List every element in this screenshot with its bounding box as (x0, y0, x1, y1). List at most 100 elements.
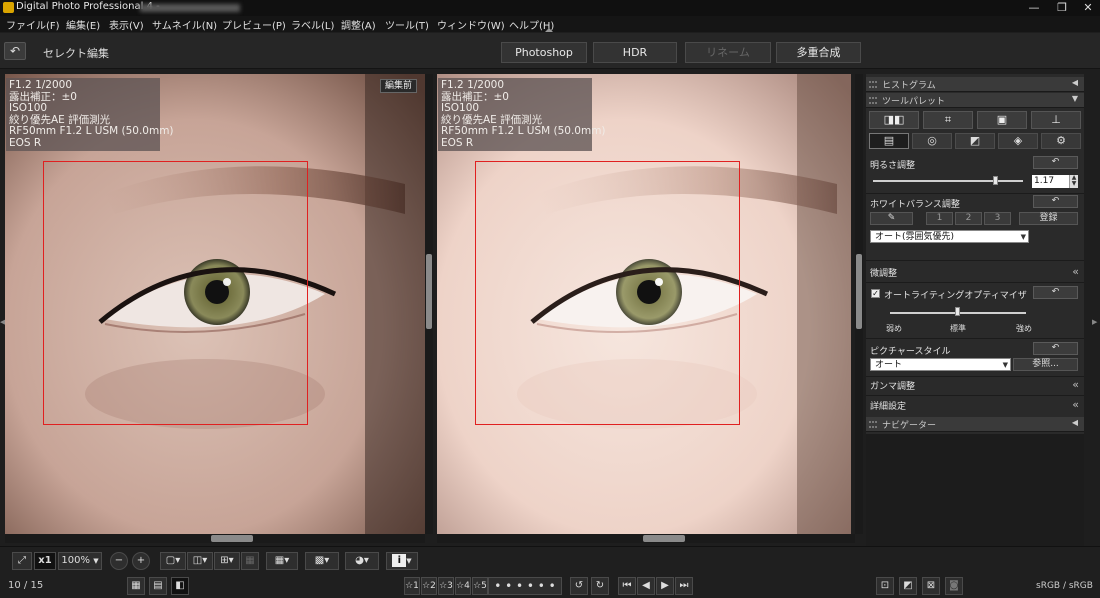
view-grid-icon[interactable]: ▦ (127, 577, 145, 595)
expand-left-icon: ◀ (1071, 78, 1078, 87)
after-image-pane[interactable]: F1.2 1/2000 露出補正：±0 ISO100 絞り優先AE 評価測光 R… (437, 74, 851, 534)
palette-b-icon[interactable]: ◩ (899, 577, 917, 595)
view-compare-icon[interactable]: ◧ (171, 577, 189, 595)
sync-layout-button[interactable]: ⊞▾ (214, 552, 240, 570)
camera-icon[interactable]: ◙ (945, 577, 963, 595)
before-vertical-scrollbar[interactable] (425, 74, 433, 534)
wb-preset-3-button[interactable]: 3 (984, 212, 1011, 225)
menu-preview[interactable]: プレビュー(P) (222, 17, 286, 32)
zoom-out-button[interactable]: − (110, 552, 128, 570)
alo-slider-knob[interactable] (955, 307, 960, 316)
navigator-header[interactable]: ナビゲーター ◀ (866, 417, 1084, 432)
label-dots-buttons[interactable]: • • • • • • (488, 577, 562, 595)
zoom-x1-button[interactable]: x1 (34, 552, 56, 570)
menu-edit[interactable]: 編集(E) (66, 17, 100, 32)
brightness-slider-track[interactable] (873, 180, 1023, 182)
alo-reset-button[interactable]: ↶ (1033, 286, 1078, 299)
rating-4-button[interactable]: ☆4 (455, 577, 471, 595)
hdr-button[interactable]: HDR (593, 42, 677, 63)
multiple-exposure-button[interactable]: 多重合成 (776, 42, 861, 63)
palette-a-icon[interactable]: ⊡ (876, 577, 894, 595)
subtab-lens[interactable]: ◎ (912, 133, 952, 149)
app-icon (3, 2, 14, 13)
last-image-button[interactable]: ⏭ (675, 577, 693, 595)
menu-label[interactable]: ラベル(L) (291, 17, 334, 32)
view-filmstrip-icon[interactable]: ▤ (149, 577, 167, 595)
back-button[interactable]: ↶ (4, 42, 26, 60)
close-button[interactable]: ✕ (1076, 0, 1100, 16)
toolbar-collapse-caret[interactable] (545, 28, 553, 32)
menu-file[interactable]: ファイル(F) (6, 17, 60, 32)
grid-disabled-button[interactable]: ▦ (241, 552, 259, 570)
grid-overlay-button[interactable]: ▦▾ (266, 552, 298, 570)
rating-3-button[interactable]: ☆3 (438, 577, 454, 595)
restore-button[interactable]: ❐ (1050, 0, 1074, 16)
wb-preset-2-button[interactable]: 2 (955, 212, 982, 225)
scroll-thumb[interactable] (856, 254, 862, 329)
zoom-select[interactable]: 100% ▼ (58, 552, 102, 570)
rating-2-button[interactable]: ☆2 (421, 577, 437, 595)
rotate-left-icon[interactable]: ↺ (570, 577, 588, 595)
wb-preset-1-button[interactable]: 1 (926, 212, 953, 225)
scroll-thumb[interactable] (426, 254, 432, 329)
picture-style-browse-button[interactable]: 参照... (1013, 358, 1078, 371)
rename-button[interactable]: リネーム (685, 42, 771, 63)
shadow-warning-button[interactable]: ◕▾ (345, 552, 379, 570)
menu-window[interactable]: ウィンドウ(W) (437, 17, 505, 32)
rotate-right-icon[interactable]: ↻ (591, 577, 609, 595)
right-edge-arrow-icon[interactable]: ▶ (1092, 318, 1097, 326)
white-balance-reset-button[interactable]: ↶ (1033, 195, 1078, 208)
picture-style-select[interactable]: オート ▼ (870, 358, 1011, 371)
rating-5-button[interactable]: ☆5 (472, 577, 488, 595)
palette-c-icon[interactable]: ⊠ (922, 577, 940, 595)
histogram-header[interactable]: ヒストグラム ◀ (866, 77, 1084, 92)
tab-stamp[interactable]: ⊥ (1031, 111, 1081, 129)
brightness-value-field[interactable]: 1.17 ▲ ▼ (1032, 175, 1078, 188)
prev-image-button[interactable]: ◀ (637, 577, 655, 595)
compare-layout-button[interactable]: ◫▾ (187, 552, 213, 570)
collapse-down-icon: ▼ (1071, 94, 1078, 103)
af-point-display-button[interactable]: ▢▾ (160, 552, 186, 570)
before-horizontal-scrollbar[interactable] (5, 534, 425, 543)
first-image-button[interactable]: ⏮ (618, 577, 636, 595)
brightness-slider-knob[interactable] (993, 176, 998, 185)
brightness-value: 1.17 (1034, 176, 1055, 186)
scroll-thumb[interactable] (643, 535, 685, 542)
fit-to-window-button[interactable]: ⤢ (12, 552, 32, 570)
info-display-button[interactable]: i ▼ (386, 552, 418, 570)
subtab-settings[interactable]: ⚙ (1041, 133, 1081, 149)
subtab-basic[interactable]: ▤ (869, 133, 909, 149)
after-vertical-scrollbar[interactable] (855, 74, 863, 534)
brightness-reset-button[interactable]: ↶ (1033, 156, 1078, 169)
subtab-tone-curve[interactable]: ◩ (955, 133, 995, 149)
alo-checkbox[interactable]: ✓ (871, 289, 880, 298)
gamma-row[interactable]: ガンマ調整 « (866, 376, 1084, 394)
menu-tools[interactable]: ツール(T) (385, 17, 429, 32)
after-horizontal-scrollbar[interactable] (437, 534, 855, 543)
tab-dust-delete[interactable]: ▣ (977, 111, 1027, 129)
eyedropper-button[interactable]: ✎ (870, 212, 913, 225)
menu-adjust[interactable]: 調整(A) (341, 17, 376, 32)
alo-tick-standard: 標準 (950, 324, 966, 333)
rating-1-button[interactable]: ☆1 (404, 577, 420, 595)
picture-style-reset-button[interactable]: ↶ (1033, 342, 1078, 355)
wb-register-button[interactable]: 登録 (1019, 212, 1078, 225)
detail-settings-row[interactable]: 詳細設定 « (866, 396, 1084, 414)
next-image-button[interactable]: ▶ (656, 577, 674, 595)
subtab-color[interactable]: ◈ (998, 133, 1038, 149)
spin-arrows-icon[interactable]: ▲ ▼ (1069, 175, 1078, 188)
scroll-thumb[interactable] (211, 535, 253, 542)
fine-tune-row[interactable]: 微調整 « (866, 263, 1084, 281)
before-image-pane[interactable]: F1.2 1/2000 露出補正：±0 ISO100 絞り優先AE 評価測光 R… (5, 74, 425, 534)
menu-view[interactable]: 表示(V) (109, 17, 144, 32)
photoshop-button[interactable]: Photoshop (501, 42, 587, 63)
minimize-button[interactable]: — (1022, 0, 1046, 16)
info-camera: EOS R (441, 136, 474, 149)
white-balance-select[interactable]: オート(雰囲気優先) ▼ (870, 230, 1029, 243)
tool-palette-header[interactable]: ツールパレット ▼ (866, 93, 1084, 108)
tab-basic-adjust[interactable]: ◨◧ (869, 111, 919, 129)
highlight-warning-button[interactable]: ▩▾ (305, 552, 339, 570)
menu-thumbnail[interactable]: サムネイル(N) (152, 17, 217, 32)
tab-crop[interactable]: ⌗ (923, 111, 973, 129)
zoom-in-button[interactable]: + (132, 552, 150, 570)
